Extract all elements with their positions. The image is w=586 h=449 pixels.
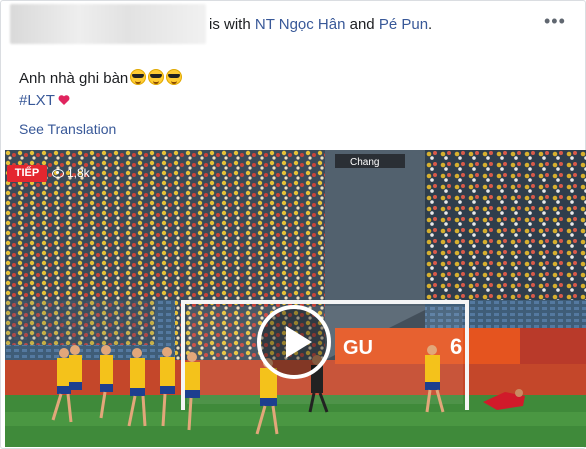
- view-count-value: 1,8k: [67, 166, 90, 180]
- tagged-user-link-2[interactable]: Pé Pun: [379, 16, 428, 33]
- author-name-blurred[interactable]: [10, 4, 206, 44]
- video-frame: Chang GU 6: [5, 150, 586, 447]
- eye-icon: [52, 168, 64, 178]
- header-period: .: [428, 16, 433, 33]
- live-badge: TIẾP: [7, 165, 47, 182]
- post-header-line: is with NT Ngọc Hân and Pé Pun.: [209, 16, 432, 33]
- sunglasses-emoji-icon: [148, 69, 165, 85]
- play-icon[interactable]: [256, 304, 332, 380]
- hashtag-line: #LXT: [19, 92, 70, 109]
- hashtag-link[interactable]: #LXT: [19, 92, 55, 109]
- and-text: and: [349, 16, 375, 33]
- see-translation-link[interactable]: See Translation: [19, 121, 116, 137]
- post-message: Anh nhà ghi bàn: [19, 69, 183, 87]
- sunglasses-emoji-icon: [130, 69, 147, 85]
- heart-icon: [58, 95, 70, 105]
- with-text: is with: [209, 16, 251, 33]
- more-horizontal-icon[interactable]: •••: [544, 12, 566, 30]
- sunglasses-emoji-icon: [166, 69, 183, 85]
- post-text: Anh nhà ghi bàn: [19, 70, 129, 87]
- stadium-sign: Chang: [350, 157, 379, 168]
- tagged-user-link-1[interactable]: NT Ngọc Hân: [255, 16, 346, 33]
- view-count: 1,8k: [52, 166, 90, 180]
- video-player[interactable]: Chang GU 6: [5, 150, 586, 447]
